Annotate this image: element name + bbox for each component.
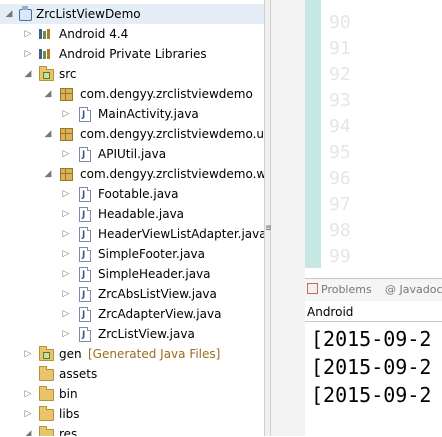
java-file-icon bbox=[79, 245, 91, 265]
folder-icon bbox=[39, 426, 54, 436]
tree-item-label: com.dengyy.zrclistviewdemo bbox=[80, 87, 253, 101]
source-folder-icon bbox=[39, 66, 54, 81]
tree-item-label: assets bbox=[59, 367, 98, 381]
expand-twisty-icon[interactable]: ▷ bbox=[60, 324, 72, 344]
editor-highlight-stripe bbox=[305, 0, 321, 268]
tree-item-project[interactable]: ◢ ZrcListViewDemo bbox=[0, 4, 264, 24]
collapse-twisty-icon[interactable]: ◢ bbox=[22, 64, 34, 84]
library-icon bbox=[39, 49, 52, 59]
folder-icon bbox=[39, 386, 54, 401]
tree-item-label: com.dengyy.zrclistviewdemo.util bbox=[80, 127, 264, 141]
problems-icon bbox=[307, 283, 318, 294]
tree-item-label: src bbox=[59, 67, 77, 81]
expand-twisty-icon[interactable]: ▷ bbox=[60, 144, 72, 164]
expand-twisty-icon[interactable]: ▷ bbox=[60, 204, 72, 224]
tree-item-label: ZrcAbsListView.java bbox=[98, 287, 217, 301]
expand-twisty-icon[interactable]: ▷ bbox=[60, 224, 72, 244]
line-number: 96 bbox=[329, 168, 351, 189]
line-number: 97 bbox=[329, 194, 351, 215]
line-number: 94 bbox=[329, 116, 351, 137]
folder-icon bbox=[39, 366, 54, 381]
expand-twisty-icon[interactable]: ▷ bbox=[60, 264, 72, 284]
line-number: 98 bbox=[329, 220, 351, 241]
tree-item-label: gen bbox=[59, 347, 82, 361]
java-file-icon bbox=[79, 145, 91, 165]
tree-item-label: Android 4.4 bbox=[59, 27, 129, 41]
java-file-icon bbox=[79, 325, 91, 345]
collapse-twisty-icon[interactable]: ◢ bbox=[22, 424, 34, 436]
collapse-twisty-icon[interactable]: ◢ bbox=[3, 4, 15, 24]
java-file-icon bbox=[79, 205, 91, 225]
tree-item-label: ZrcListViewDemo bbox=[36, 7, 141, 21]
expand-twisty-icon[interactable]: ▷ bbox=[60, 244, 72, 264]
package-icon bbox=[60, 168, 73, 181]
tree-item-label: Android Private Libraries bbox=[59, 47, 207, 61]
java-file-icon bbox=[79, 225, 91, 245]
java-file-icon bbox=[79, 305, 91, 325]
line-number: 92 bbox=[329, 64, 351, 85]
tree-item-label: Headable.java bbox=[98, 207, 185, 221]
tree-item-decoration: [Generated Java Files] bbox=[88, 347, 221, 361]
panel-tab-bar: Problems @ Javadoc bbox=[305, 279, 442, 301]
tree-item-label: com.dengyy.zrclistviewdemo.wic bbox=[80, 167, 264, 181]
tree-item-label: MainActivity.java bbox=[98, 107, 199, 121]
line-number: 90 bbox=[329, 12, 351, 33]
tree-item-label: ZrcListView.java bbox=[98, 327, 195, 341]
view-splitter[interactable]: ≡ bbox=[264, 0, 273, 436]
package-explorer-tree: ◢ ZrcListViewDemo ▷ Android 4.4 ▷ Androi… bbox=[0, 0, 264, 436]
workbench-gap bbox=[271, 0, 305, 436]
line-number: 99 bbox=[329, 246, 351, 267]
expand-twisty-icon[interactable]: ▷ bbox=[22, 404, 34, 424]
java-file-icon bbox=[79, 265, 91, 285]
tree-item-label: Footable.java bbox=[98, 187, 179, 201]
bottom-panel: Problems @ Javadoc Android [2015-09-2 [2… bbox=[305, 278, 442, 437]
console-title: Android bbox=[305, 303, 442, 322]
tree-item-label: HeaderViewListAdapter.java bbox=[98, 227, 264, 241]
package-icon bbox=[60, 128, 73, 141]
expand-twisty-icon[interactable]: ▷ bbox=[22, 44, 34, 64]
expand-twisty-icon[interactable]: ▷ bbox=[22, 384, 34, 404]
expand-twisty-icon[interactable]: ▷ bbox=[60, 184, 72, 204]
expand-twisty-icon[interactable]: ▷ bbox=[60, 104, 72, 124]
collapse-twisty-icon[interactable]: ◢ bbox=[42, 164, 54, 184]
tree-item-label: ZrcAdapterView.java bbox=[98, 307, 222, 321]
console-log-line: [2015-09-2 bbox=[311, 355, 432, 379]
tree-item-label: res bbox=[59, 427, 78, 436]
java-file-icon bbox=[79, 185, 91, 205]
collapse-twisty-icon[interactable]: ◢ bbox=[42, 84, 54, 104]
tree-item-label: SimpleHeader.java bbox=[98, 267, 211, 281]
console-log-line: [2015-09-2 bbox=[311, 383, 432, 407]
project-icon bbox=[19, 6, 32, 21]
tree-item-label: libs bbox=[59, 407, 80, 421]
package-icon bbox=[60, 88, 73, 101]
java-file-icon bbox=[79, 285, 91, 305]
tab-problems[interactable]: Problems bbox=[307, 282, 372, 298]
line-number: 95 bbox=[329, 142, 351, 163]
tab-label: @ Javadoc bbox=[385, 283, 442, 296]
collapse-twisty-icon[interactable]: ◢ bbox=[42, 124, 54, 144]
expand-twisty-icon[interactable]: ▷ bbox=[60, 304, 72, 324]
library-icon bbox=[39, 29, 52, 39]
expand-twisty-icon[interactable]: ▷ bbox=[22, 344, 34, 364]
console-log-line: [2015-09-2 bbox=[311, 327, 432, 351]
tree-item-label: bin bbox=[59, 387, 78, 401]
code-editor[interactable]: 90 91 92 93 94 95 96 97 98 99 bbox=[305, 0, 442, 268]
expand-twisty-icon[interactable]: ▷ bbox=[60, 284, 72, 304]
tab-javadoc[interactable]: @ Javadoc bbox=[385, 282, 442, 298]
tree-item-label: SimpleFooter.java bbox=[98, 247, 206, 261]
line-number: 93 bbox=[329, 90, 351, 111]
source-folder-icon bbox=[39, 346, 54, 361]
tree-item-label: APIUtil.java bbox=[98, 147, 167, 161]
line-number: 91 bbox=[329, 38, 351, 59]
expand-twisty-icon[interactable]: ▷ bbox=[22, 24, 34, 44]
tab-label: Problems bbox=[321, 283, 372, 296]
folder-icon bbox=[39, 406, 54, 421]
java-file-icon bbox=[79, 105, 91, 125]
